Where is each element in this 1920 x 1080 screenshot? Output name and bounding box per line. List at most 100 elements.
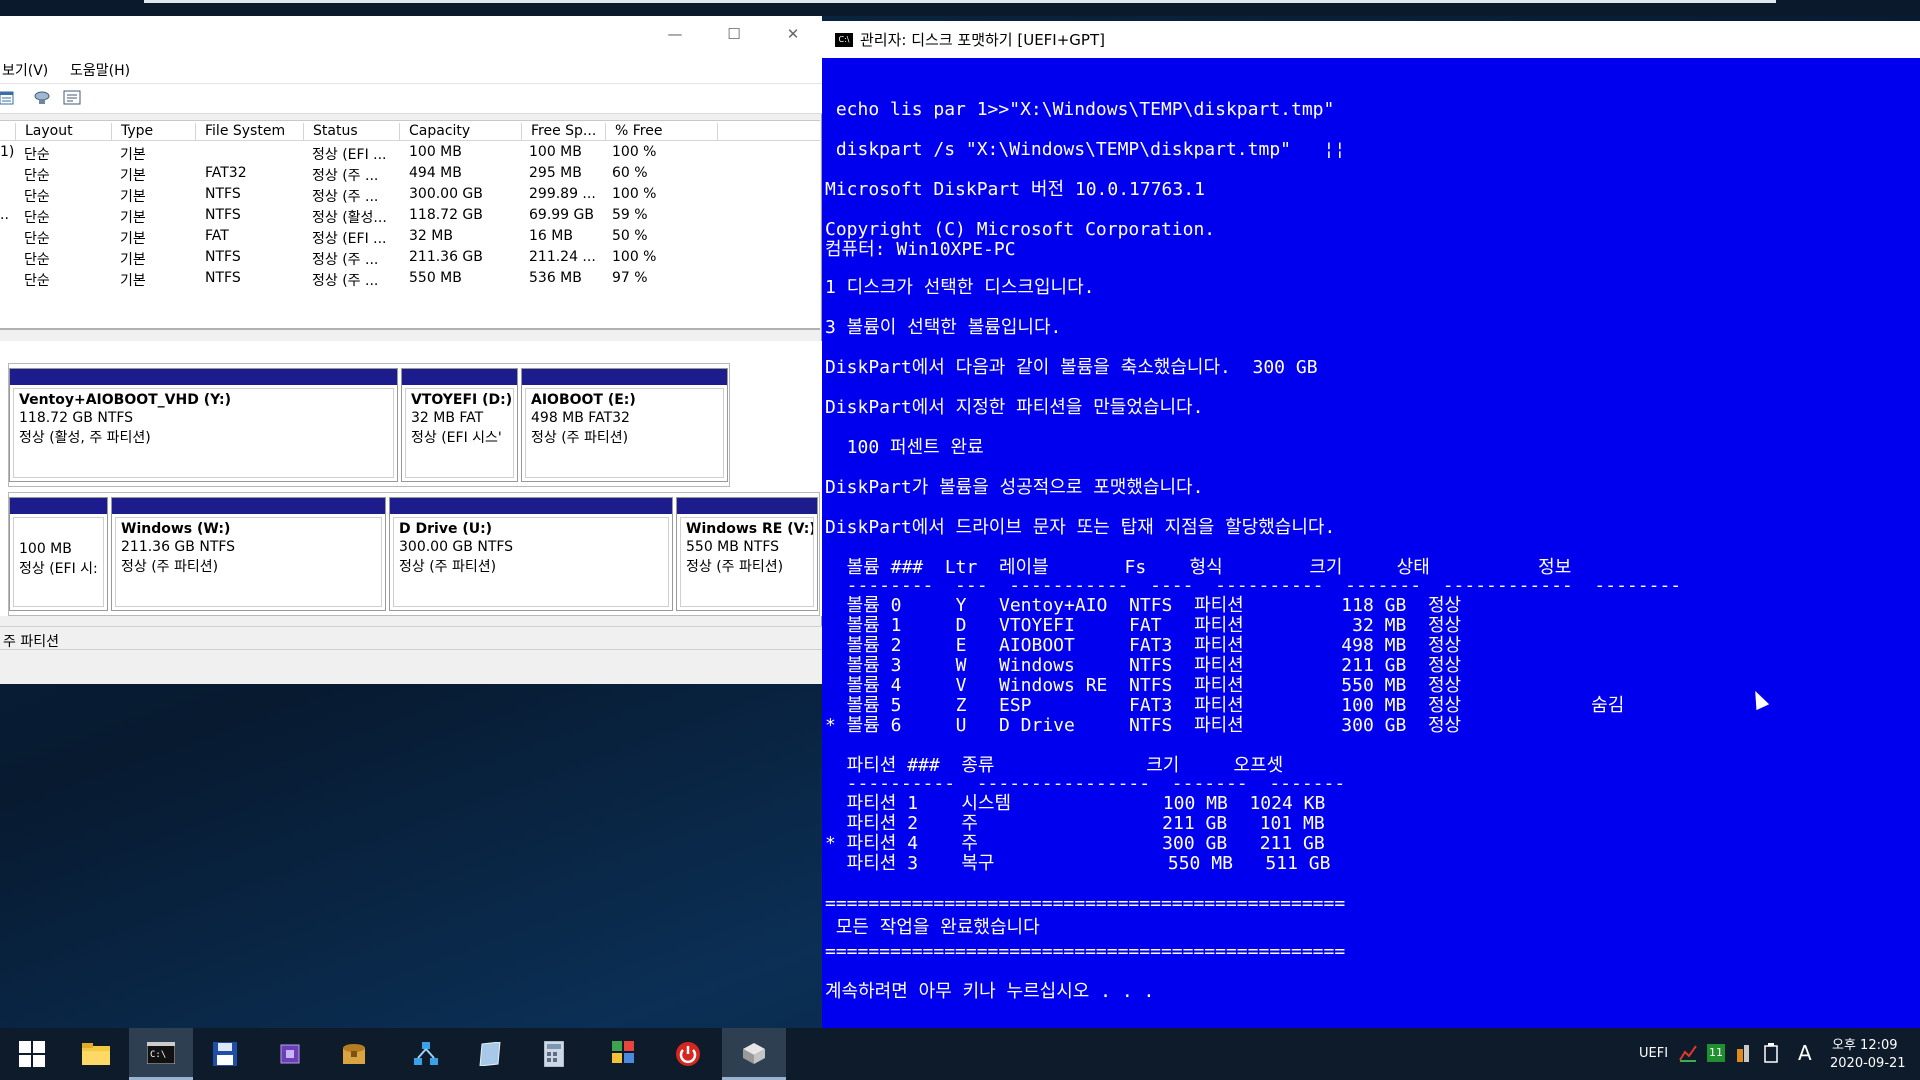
volume-cell-pct: 100 % bbox=[612, 186, 657, 202]
tray-time[interactable]: 오후 12:09 bbox=[1832, 1034, 1898, 1053]
volume-cell-fs: FAT32 bbox=[205, 165, 247, 181]
menu-view[interactable]: 보기(V) bbox=[2, 60, 48, 80]
tray-chart-icon[interactable] bbox=[1679, 1044, 1697, 1062]
partition-color-bar bbox=[10, 369, 397, 385]
tray-usb-icon[interactable] bbox=[1735, 1043, 1751, 1063]
console-line: 볼륨 4 V Windows RE NTFS 파티션 550 MB 정상 bbox=[825, 675, 1462, 696]
chip-icon[interactable] bbox=[258, 1028, 322, 1080]
partition-name: VTOYEFI (D:) bbox=[411, 392, 513, 408]
volume-row[interactable]: 단순 기본 FAT32 정상 (주 ... 494 MB 295 MB 60 % bbox=[0, 164, 820, 185]
tray-date[interactable]: 2020-09-21 bbox=[1830, 1056, 1906, 1071]
col-percent-free[interactable]: % Free bbox=[606, 123, 718, 141]
power-icon[interactable] bbox=[656, 1028, 720, 1080]
partition-details: VTOYEFI (D:) 32 MB FAT 정상 (EFI 시스' bbox=[405, 388, 514, 478]
console-line: * 파티션 4 주 300 GB 211 GB bbox=[825, 833, 1325, 854]
console-line: DiskPart에서 지정한 파티션을 만들었습니다. bbox=[825, 397, 1204, 418]
background-window-edge bbox=[144, 0, 1776, 3]
partition-name: Ventoy+AIOBOOT_VHD (Y:) bbox=[19, 392, 232, 408]
archive-icon[interactable] bbox=[322, 1028, 386, 1080]
col-free-space[interactable]: Free Sp... bbox=[522, 123, 606, 141]
volume-cell-layout: 단순 bbox=[24, 168, 50, 184]
menu-help[interactable]: 도움말(H) bbox=[70, 60, 130, 80]
partition-block[interactable]: D Drive (U:) 300.00 GB NTFS 정상 (주 파티션) bbox=[389, 497, 673, 611]
volume-cell-type: 기본 bbox=[120, 273, 146, 289]
col-status[interactable]: Status bbox=[304, 123, 400, 141]
col-type[interactable]: Type bbox=[112, 123, 196, 141]
document-icon[interactable] bbox=[458, 1028, 522, 1080]
partition-color-bar bbox=[522, 369, 727, 385]
partition-block[interactable]: AIOBOOT (E:) 498 MB FAT32 정상 (주 파티션) bbox=[521, 368, 728, 482]
volume-cell-status: 정상 (EFI ... bbox=[312, 231, 387, 247]
start-icon[interactable] bbox=[0, 1028, 64, 1080]
partition-block[interactable]: VTOYEFI (D:) 32 MB FAT 정상 (EFI 시스' bbox=[401, 368, 518, 482]
volume-cell-pct: 100 % bbox=[612, 249, 657, 265]
console-line: Copyright (C) Microsoft Corporation. bbox=[825, 219, 1216, 240]
volume-row[interactable]: 단순 기본 NTFS 정상 (주 ... 211.36 GB 211.24 ... 100 … bbox=[0, 248, 820, 269]
file-explorer-icon[interactable] bbox=[64, 1028, 128, 1080]
partition-color-bar bbox=[390, 498, 672, 514]
partition-status: 정상 (활성, 주 파티션) bbox=[19, 430, 151, 446]
partition-details: Ventoy+AIOBOOT_VHD (Y:) 118.72 GB NTFS 정상 … bbox=[13, 388, 394, 478]
calculator-icon[interactable] bbox=[522, 1028, 586, 1080]
console-output[interactable]: echo lis par 1>>"X:\Windows\TEMP\diskpar… bbox=[822, 58, 1920, 1049]
network-icon[interactable] bbox=[394, 1028, 458, 1080]
floppy-disk-icon[interactable] bbox=[193, 1028, 257, 1080]
svg-text:C:\: C:\ bbox=[150, 1050, 166, 1060]
col-file-system[interactable]: File System bbox=[196, 123, 304, 141]
maximize-button[interactable]: ☐ bbox=[711, 20, 757, 48]
console-line: 3 볼륨이 선택한 볼륨입니다. bbox=[825, 317, 1062, 338]
partition-status: 정상 (주 파티션) bbox=[121, 559, 219, 575]
console-line: 100 퍼센트 완료 bbox=[825, 437, 984, 458]
volume-row[interactable]: .. 단순 기본 NTFS 정상 (활성... 118.72 GB 69.99 GB 59 % bbox=[0, 206, 820, 227]
console-line: 파티션 3 복구 550 MB 511 GB bbox=[825, 853, 1331, 874]
volume-row[interactable]: 단순 기본 FAT 정상 (EFI ... 32 MB 16 MB 50 % bbox=[0, 227, 820, 248]
console-window[interactable]: C:\ 관리자: 디스크 포맷하기 [UEFI+GPT] echo lis pa… bbox=[822, 21, 1920, 1055]
col-capacity[interactable]: Capacity bbox=[400, 123, 522, 141]
partition-size: 118.72 GB NTFS bbox=[19, 410, 134, 426]
tray-battery-icon[interactable] bbox=[1764, 1043, 1778, 1063]
volume-cell-free: 16 MB bbox=[529, 228, 573, 244]
partition-block[interactable]: Ventoy+AIOBOOT_VHD (Y:) 118.72 GB NTFS 정상 … bbox=[9, 368, 398, 482]
close-button[interactable]: ✕ bbox=[770, 20, 816, 48]
volume-cell-pct: 50 % bbox=[612, 228, 648, 244]
tray-uefi-label[interactable]: UEFI bbox=[1639, 1046, 1668, 1061]
volume-cell-status: 정상 (EFI ... bbox=[312, 147, 387, 163]
partition-block[interactable]: Windows RE (V:) 550 MB NTFS 정상 (주 파티션) bbox=[676, 497, 818, 611]
console-line: ========================================… bbox=[825, 893, 1346, 914]
volume-list[interactable]: Layout Type File System Status Capacity … bbox=[0, 120, 820, 330]
console-line: 볼륨 2 E AIOBOOT FAT3 파티션 498 MB 정상 bbox=[825, 635, 1462, 656]
console-line: * 볼륨 6 U D Drive NTFS 파티션 300 GB 정상 bbox=[825, 715, 1462, 736]
rescan-disks-icon[interactable] bbox=[33, 90, 51, 106]
registry-icon[interactable] bbox=[592, 1028, 656, 1080]
console-line: 볼륨 1 D VTOYEFI FAT 파티션 32 MB 정상 bbox=[825, 615, 1462, 636]
volume-cell-layout: 단순 bbox=[24, 210, 50, 226]
col-layout[interactable]: Layout bbox=[16, 123, 112, 141]
disk-list-icon[interactable] bbox=[0, 90, 18, 106]
disk-2-row[interactable]: 100 MB 정상 (EFI 시: Windows (W:) 211.36 GB NT… bbox=[8, 492, 820, 616]
volume-cell-mark: 1) bbox=[0, 144, 15, 160]
console-line: 모든 작업을 완료했습니다 bbox=[825, 917, 1040, 938]
dm-title-bar[interactable]: — ☐ ✕ bbox=[0, 16, 822, 52]
console-line: diskpart /s "X:\Windows\TEMP\diskpart.tm… bbox=[825, 139, 1346, 160]
console-line: 볼륨 3 W Windows NTFS 파티션 211 GB 정상 bbox=[825, 655, 1462, 676]
disk-1-row[interactable]: Ventoy+AIOBOOT_VHD (Y:) 118.72 GB NTFS 정상 … bbox=[8, 363, 730, 487]
minimize-button[interactable]: — bbox=[652, 20, 698, 48]
package-icon[interactable] bbox=[722, 1028, 786, 1080]
partition-block[interactable]: 100 MB 정상 (EFI 시: bbox=[9, 497, 108, 611]
volume-cell-fs: NTFS bbox=[205, 249, 241, 265]
partition-block[interactable]: Windows (W:) 211.36 GB NTFS 정상 (주 파티션) bbox=[111, 497, 386, 611]
properties-icon[interactable] bbox=[63, 90, 81, 106]
partition-color-bar bbox=[402, 369, 517, 385]
console-title-bar[interactable]: C:\ 관리자: 디스크 포맷하기 [UEFI+GPT] bbox=[822, 21, 1920, 58]
console-icon[interactable]: C:\ bbox=[129, 1028, 193, 1080]
volume-cell-capacity: 494 MB bbox=[409, 165, 462, 181]
volume-cell-capacity: 118.72 GB bbox=[409, 207, 483, 223]
volume-cell-free: 295 MB bbox=[529, 165, 582, 181]
partition-details: Windows (W:) 211.36 GB NTFS 정상 (주 파티션) bbox=[115, 517, 382, 607]
tray-badge-11[interactable]: 11 bbox=[1707, 1044, 1725, 1062]
volume-row[interactable]: 단순 기본 NTFS 정상 (주 ... 300.00 GB 299.89 ... 100 … bbox=[0, 185, 820, 206]
tray-input-language[interactable]: A bbox=[1798, 1041, 1812, 1065]
console-line: -------- --- ----------- ---- ----------… bbox=[825, 575, 1682, 596]
volume-row[interactable]: 단순 기본 NTFS 정상 (주 ... 550 MB 536 MB 97 % bbox=[0, 269, 820, 290]
volume-row[interactable]: 1) 단순 기본 정상 (EFI ... 100 MB 100 MB 100 % bbox=[0, 143, 820, 164]
